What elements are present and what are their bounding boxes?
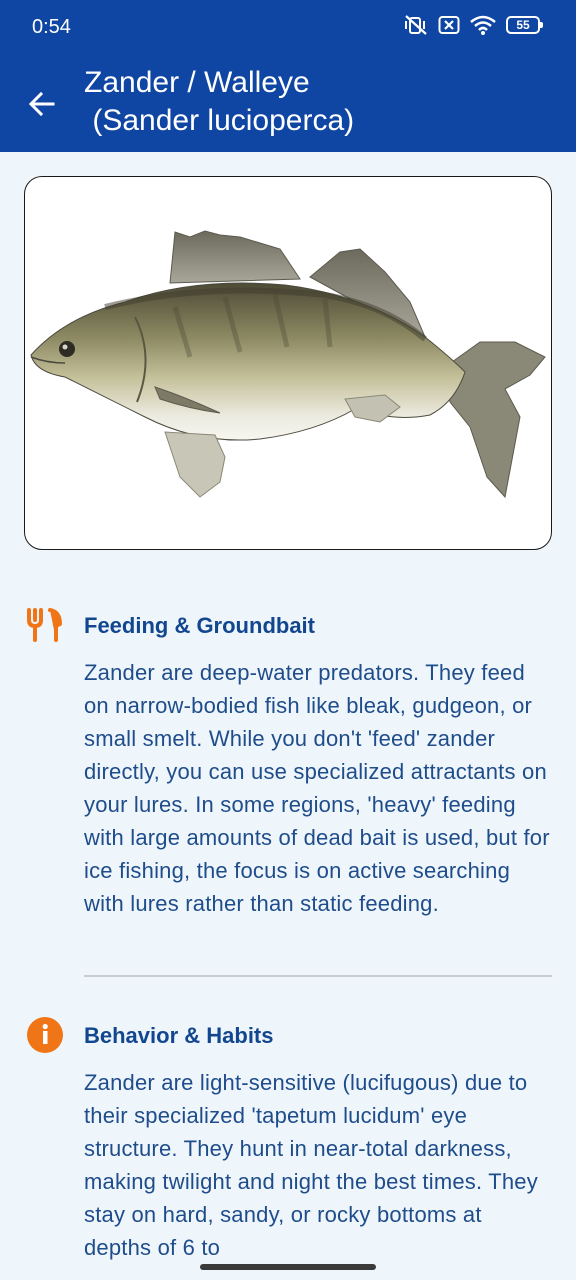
section-title: Feeding & Groundbait [84, 613, 315, 638]
divider [84, 975, 552, 977]
page-title: Zander / Walleye (Sander lucioperca) [84, 64, 354, 140]
battery-level: 55 [516, 18, 530, 32]
section-body: Zander are light-sensitive (lucifugous) … [84, 1070, 538, 1260]
status-bar: 0:54 55 [0, 0, 576, 56]
section-body: Zander are deep-water predators. They fe… [84, 660, 550, 916]
section-title: Behavior & Habits [84, 1023, 274, 1048]
app-bar: Zander / Walleye (Sander lucioperca) [0, 56, 576, 152]
wifi-icon [470, 15, 496, 35]
vibrate-off-icon [405, 15, 427, 35]
info-icon [26, 1016, 64, 1054]
page-title-line1: Zander / Walleye [84, 66, 310, 99]
status-time: 0:54 [32, 16, 71, 38]
fish-photo [30, 230, 546, 499]
close-box-icon [438, 16, 460, 34]
fork-knife-icon [26, 606, 64, 644]
battery-icon: 55 [506, 16, 543, 34]
fish-image-card [24, 176, 552, 550]
arrow-back-icon [28, 91, 55, 117]
page-title-line2: (Sander lucioperca) [84, 104, 355, 137]
home-indicator[interactable] [200, 1264, 376, 1270]
status-icons: 55 [404, 14, 543, 36]
back-button[interactable] [20, 84, 64, 124]
